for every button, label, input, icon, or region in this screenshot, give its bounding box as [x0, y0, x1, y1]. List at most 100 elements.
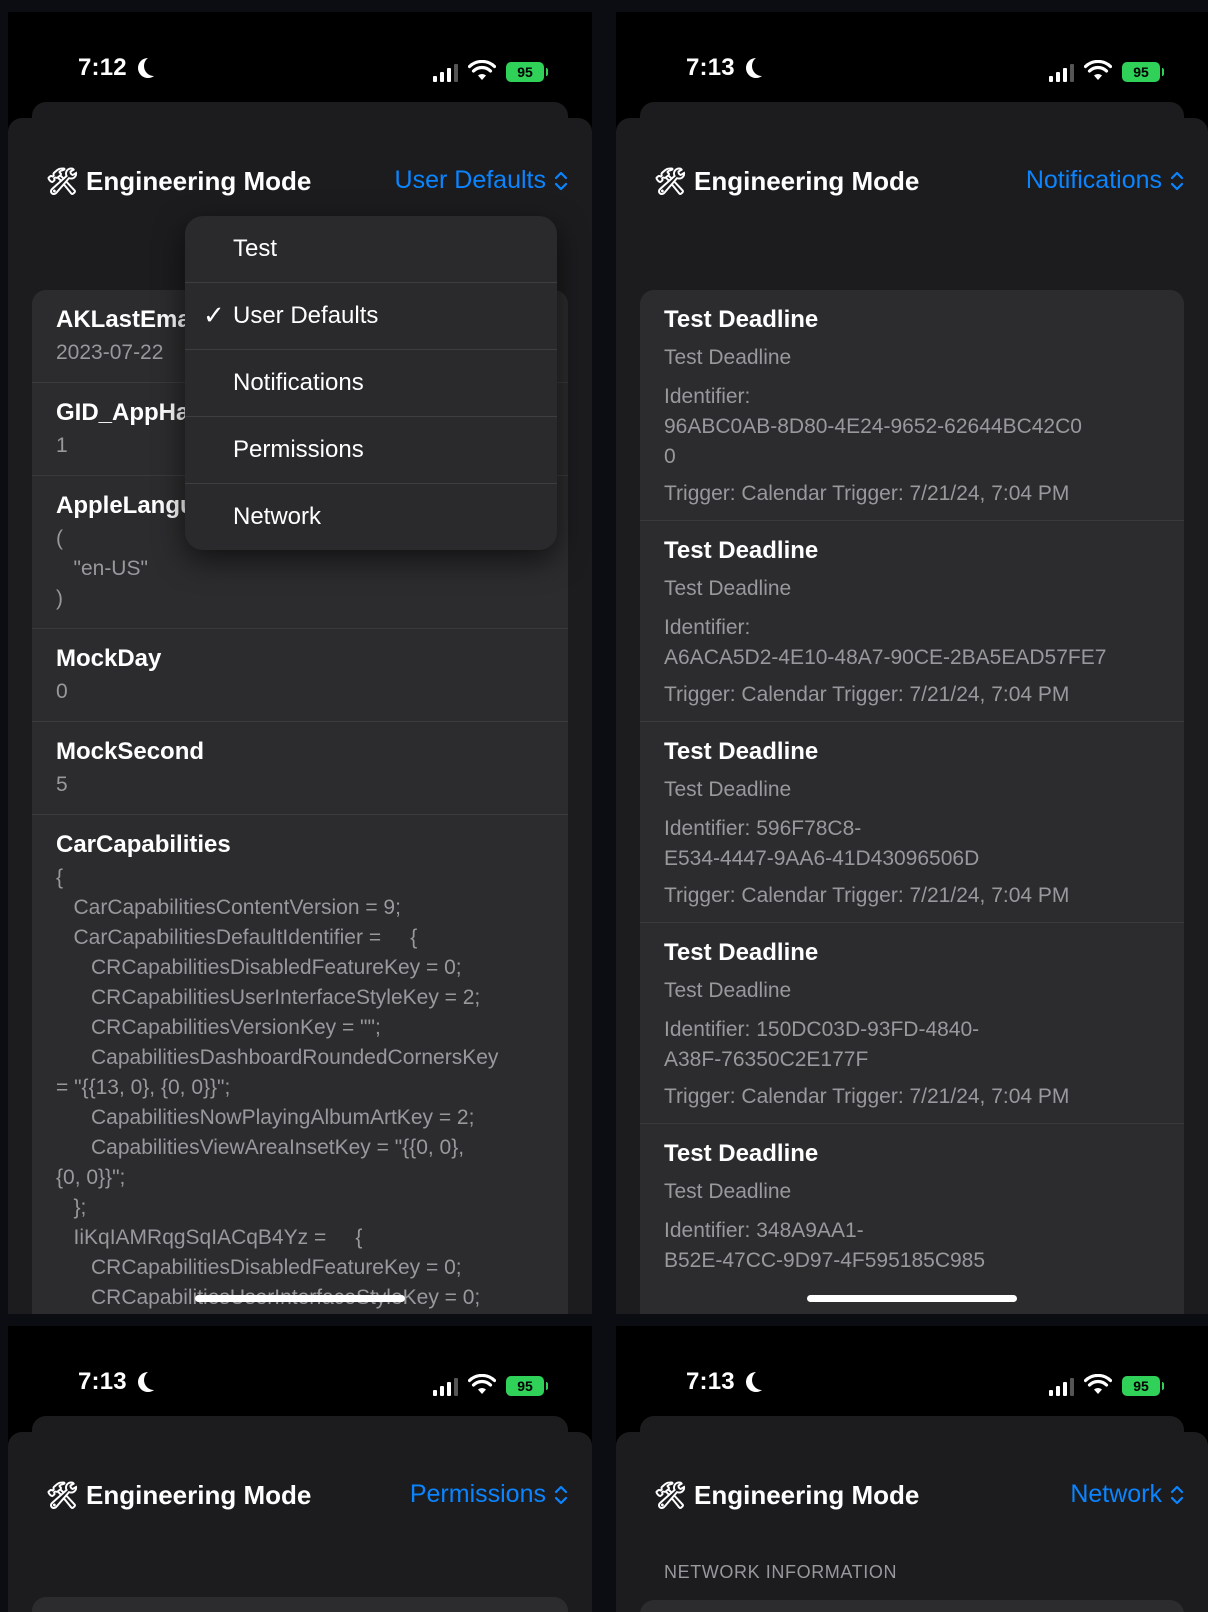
nav-bar: 🛠 Engineering Mode Permissions	[8, 1472, 592, 1532]
notification-identifier: Identifier: 348A9AA1- B52E-47CC-9D97-4F5…	[664, 1219, 986, 1272]
battery-level: 95	[517, 1378, 533, 1394]
notification-identifier: Identifier: 596F78C8- E534-4447-9AA6-41D…	[664, 817, 980, 870]
wifi-icon	[468, 1374, 496, 1394]
default-key: MockSecond	[56, 738, 205, 765]
section-picker[interactable]: Network	[1070, 1480, 1184, 1509]
moon-icon	[752, 1370, 772, 1390]
menu-item-label: User Defaults	[233, 302, 379, 329]
moon-icon	[752, 56, 772, 76]
battery-level: 95	[517, 64, 533, 80]
chevron-up-down-icon	[1170, 170, 1184, 192]
battery-charging-icon: 95	[1122, 62, 1164, 82]
default-value: { CarCapabilitiesContentVersion = 9; Car…	[56, 866, 499, 1309]
page-title: Engineering Mode	[694, 1480, 920, 1510]
menu-item-label: Network	[233, 503, 322, 530]
battery-charging-icon: 95	[506, 1376, 548, 1396]
default-key: CarCapabilities	[56, 831, 231, 858]
status-time: 7:13	[686, 1368, 735, 1395]
cellular-signal-icon	[1049, 1378, 1074, 1396]
picker-label: Network	[1070, 1480, 1162, 1508]
wifi-icon	[1084, 1374, 1112, 1394]
section-picker[interactable]: Notifications	[1026, 166, 1184, 195]
notification-item[interactable]: Test Deadline Test Deadline Identifier: A6…	[640, 521, 1184, 722]
notification-trigger: Trigger: Calendar Trigger: 7/21/24, 7:04…	[664, 683, 1070, 706]
picker-label: Notifications	[1025, 166, 1162, 194]
network-info-list	[640, 1600, 1184, 1612]
notification-identifier: Identifier: 150DC03D-93FD-4840- A38F-763…	[664, 1018, 980, 1071]
notification-item[interactable]: Test Deadline Test Deadline Identifier: 96…	[640, 290, 1184, 521]
sheet: 🛠 Engineering Mode Permissions	[8, 1432, 592, 1612]
menu-item-label: Test	[233, 235, 278, 262]
list-item[interactable]: CarCapabilities { CarCapabilitiesContentV…	[32, 815, 568, 1314]
notification-item[interactable]: Test Deadline Test Deadline Identifier: 59…	[640, 722, 1184, 923]
home-indicator	[195, 1295, 405, 1302]
default-value: 5	[56, 773, 68, 796]
menu-item-test[interactable]: Test	[185, 216, 557, 283]
status-bar: 7:13 95	[616, 1326, 1208, 1416]
battery-level: 95	[1133, 1378, 1149, 1394]
cellular-signal-icon	[1049, 64, 1074, 82]
menu-item-label: Notifications	[233, 369, 364, 396]
status-bar: 7:13 95	[8, 1326, 592, 1416]
nav-bar: 🛠 Engineering Mode Network	[616, 1472, 1208, 1532]
notification-subtitle: Test Deadline	[664, 346, 792, 369]
notification-item[interactable]: Test Deadline Test Deadline Identifier: 15…	[640, 923, 1184, 1124]
picker-label: User Defaults	[394, 166, 546, 194]
section-picker[interactable]: User Defaults	[395, 166, 568, 195]
page-title: Engineering Mode	[694, 166, 920, 196]
notification-title: Test Deadline	[664, 939, 819, 966]
nav-bar: 🛠 Engineering Mode User Defaults	[8, 158, 592, 218]
tools-icon: 🛠	[654, 166, 688, 196]
notification-subtitle: Test Deadline	[664, 778, 792, 801]
section-menu: Test ✓ User Defaults Notifications Permis…	[185, 216, 557, 550]
tools-icon: 🛠	[46, 1480, 80, 1510]
screen-permissions: 7:13 95 🛠 Engineering Mode Permissions	[8, 1326, 592, 1612]
menu-item-permissions[interactable]: Permissions	[185, 417, 557, 484]
notification-subtitle: Test Deadline	[664, 577, 792, 600]
chevron-up-down-icon	[1170, 1484, 1184, 1506]
menu-item-notifications[interactable]: Notifications	[185, 350, 557, 417]
status-bar: 7:13 95	[616, 12, 1208, 102]
wifi-icon	[1084, 60, 1112, 80]
menu-item-label: Permissions	[233, 436, 364, 463]
notification-title: Test Deadline	[664, 306, 819, 333]
menu-item-network[interactable]: Network	[185, 484, 557, 550]
notification-title: Test Deadline	[664, 537, 819, 564]
status-time: 7:12	[78, 54, 127, 81]
cellular-signal-icon	[433, 64, 458, 82]
menu-item-user-defaults[interactable]: ✓ User Defaults	[185, 283, 557, 350]
permissions-list	[32, 1597, 568, 1612]
chevron-up-down-icon	[554, 170, 568, 192]
tools-icon: 🛠	[46, 166, 80, 196]
network-section-header: NETWORK INFORMATION	[664, 1562, 898, 1582]
sheet: 🛠 Engineering Mode Notifications Test Dea…	[616, 118, 1208, 1314]
checkmark-icon: ✓	[203, 300, 225, 330]
nav-bar: 🛠 Engineering Mode Notifications	[616, 158, 1208, 218]
notification-trigger: Trigger: Calendar Trigger: 7/21/24, 7:04…	[664, 884, 1070, 907]
notification-item[interactable]: Test Deadline Test Deadline Identifier: 34…	[640, 1124, 1184, 1290]
cellular-signal-icon	[433, 1378, 458, 1396]
notification-identifier: Identifier: 96ABC0AB-8D80-4E24-9652-6264…	[664, 385, 1082, 468]
screen-notifications: 7:13 95 🛠 Engineering Mode Notifications …	[616, 12, 1208, 1314]
moon-icon	[144, 1370, 164, 1390]
notification-title: Test Deadline	[664, 738, 819, 765]
notification-trigger: Trigger: Calendar Trigger: 7/21/24, 7:04…	[664, 482, 1070, 505]
sheet: 🛠 Engineering Mode Network NETWORK INFORM…	[616, 1432, 1208, 1612]
chevron-up-down-icon	[554, 1484, 568, 1506]
battery-charging-icon: 95	[1122, 1376, 1164, 1396]
moon-icon	[144, 56, 164, 76]
notification-subtitle: Test Deadline	[664, 979, 792, 1002]
notification-subtitle: Test Deadline	[664, 1180, 792, 1203]
page-title: Engineering Mode	[86, 166, 312, 196]
list-item[interactable]: MockSecond 5	[32, 722, 568, 815]
screen-user-defaults: 7:12 95 🛠 Engineering Mode User Defaults …	[8, 12, 592, 1314]
list-item[interactable]: MockDay 0	[32, 629, 568, 722]
status-time: 7:13	[686, 54, 735, 81]
tools-icon: 🛠	[654, 1480, 688, 1510]
notification-identifier: Identifier: A6ACA5D2-4E10-48A7-90CE-2BA5…	[664, 616, 1107, 669]
battery-charging-icon: 95	[506, 62, 548, 82]
status-time: 7:13	[78, 1368, 127, 1395]
home-indicator	[807, 1295, 1017, 1302]
section-picker[interactable]: Permissions	[410, 1480, 568, 1509]
notifications-list: Test Deadline Test Deadline Identifier: 96…	[640, 290, 1184, 1314]
